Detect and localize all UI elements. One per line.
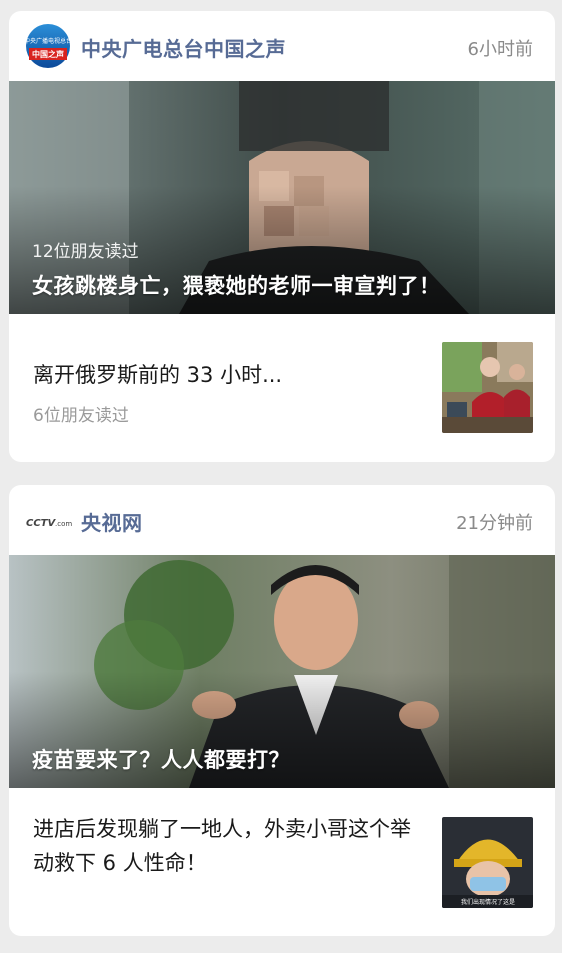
voice-of-china-logo-icon: 中央广播电视总台 中国之声 (24, 24, 72, 72)
logo-top-text: 中央广播电视总台 (26, 37, 70, 45)
publish-time: 21分钟前 (456, 513, 533, 534)
cctv-logo-icon: CCTV .com (26, 498, 72, 546)
hero-title[interactable]: 女孩跳楼身亡，猥亵她的老师一审宣判了！ (32, 270, 441, 300)
logo-bottom-text: 中国之声 (32, 49, 64, 59)
article-thumbnail[interactable] (442, 342, 533, 433)
card-header[interactable]: CCTV .com 央视网 21分钟前 (9, 485, 555, 555)
friends-read-count: 12位朋友读过 (32, 242, 139, 262)
article-thumbnail[interactable]: 我们出现情况了这是 (442, 817, 533, 908)
cctv-logo-suffix: .com (55, 520, 72, 528)
cctv-logo-text: CCTV (26, 518, 56, 529)
publish-time: 6小时前 (467, 39, 533, 60)
secondary-article-title[interactable]: 进店后发现躺了一地人，外卖小哥这个举动救下 6 人性命！ (33, 812, 423, 880)
thumbnail-caption: 我们出现情况了这是 (461, 898, 515, 906)
source-name[interactable]: 央视网 (81, 507, 143, 536)
friends-read-count: 6位朋友读过 (33, 406, 129, 426)
secondary-article-title[interactable]: 离开俄罗斯前的 33 小时... (33, 358, 423, 392)
source-name[interactable]: 中央广电总台中国之声 (81, 33, 286, 62)
article-card[interactable]: 中央广播电视总台 中国之声 中央广电总台中国之声 6小时前 12位朋友读过 女孩… (9, 11, 555, 462)
hero-article[interactable]: 疫苗要来了？人人都要打？ (9, 555, 555, 788)
article-card[interactable]: CCTV .com 央视网 21分钟前 疫苗要来了？人人都要打？ 进店后发现躺了… (9, 485, 555, 936)
card-header[interactable]: 中央广播电视总台 中国之声 中央广电总台中国之声 6小时前 (9, 11, 555, 81)
secondary-article[interactable]: 进店后发现躺了一地人，外卖小哥这个举动救下 6 人性命！ 我们出现情况了这是 (9, 788, 555, 936)
hero-article[interactable]: 12位朋友读过 女孩跳楼身亡，猥亵她的老师一审宣判了！ (9, 81, 555, 314)
secondary-article[interactable]: 离开俄罗斯前的 33 小时... 6位朋友读过 (9, 314, 555, 462)
hero-title[interactable]: 疫苗要来了？人人都要打？ (32, 744, 290, 774)
